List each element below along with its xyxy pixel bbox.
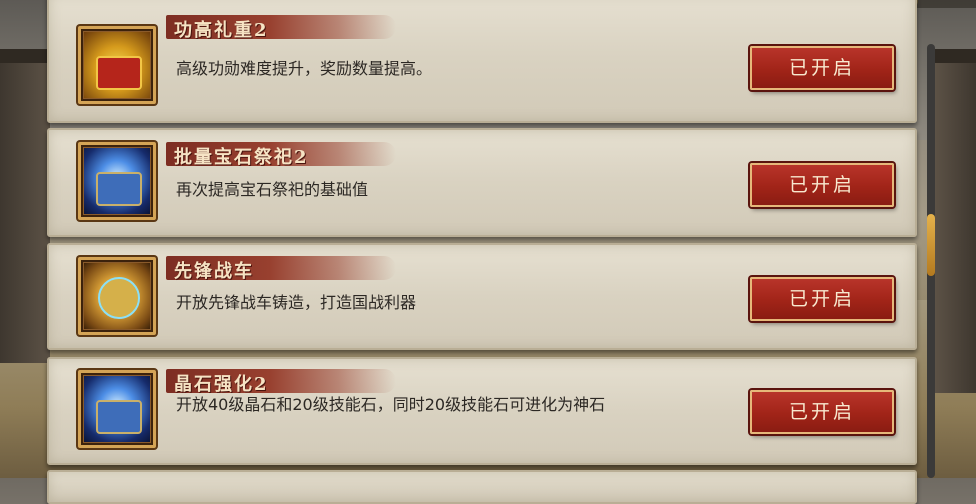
icon-graphic — [96, 400, 142, 434]
feature-description: 再次提高宝石祭祀的基础值 — [176, 180, 369, 199]
feature-icon-frame[interactable] — [78, 26, 156, 104]
feature-description: 高级功勋难度提升，奖励数量提高。 — [176, 59, 433, 78]
feature-icon-frame[interactable] — [78, 370, 156, 448]
feature-card: 功高礼重2 高级功勋难度提升，奖励数量提高。 已开启 — [47, 0, 917, 123]
status-button-enabled[interactable]: 已开启 — [750, 277, 894, 321]
feature-description: 开放先锋战车铸造，打造国战利器 — [176, 293, 417, 312]
title-ribbon: 晶石强化2 — [166, 369, 396, 395]
status-button-enabled[interactable]: 已开启 — [750, 46, 894, 90]
status-button-enabled[interactable]: 已开启 — [750, 163, 894, 207]
status-button-enabled[interactable]: 已开启 — [750, 390, 894, 434]
feature-title: 功高礼重2 — [174, 20, 269, 41]
feature-card: 晶石强化2 开放40级晶石和20级技能石，同时20级技能石可进化为神石 已开启 — [47, 357, 917, 465]
title-ribbon: 批量宝石祭祀2 — [166, 142, 396, 168]
feature-card-partial — [47, 470, 917, 504]
feature-description: 开放40级晶石和20级技能石，同时20级技能石可进化为神石 — [176, 395, 606, 414]
icon-graphic — [98, 277, 140, 319]
icon-graphic — [96, 56, 142, 90]
feature-card: 批量宝石祭祀2 再次提高宝石祭祀的基础值 已开启 — [47, 128, 917, 237]
scrollbar-thumb[interactable] — [927, 214, 935, 276]
gem-chest-icon — [84, 148, 150, 214]
treasure-chest-gold-icon — [84, 32, 150, 98]
gem-chest-icon — [84, 376, 150, 442]
feature-icon-frame[interactable] — [78, 142, 156, 220]
feature-card: 先锋战车 开放先锋战车铸造，打造国战利器 已开启 — [47, 243, 917, 350]
feature-title: 先锋战车 — [174, 261, 254, 282]
title-ribbon: 功高礼重2 — [166, 15, 396, 41]
feature-unlock-list: 功高礼重2 高级功勋难度提升，奖励数量提高。 已开启 批量宝石祭祀2 再次提高宝… — [0, 0, 976, 504]
list-scrollbar[interactable] — [927, 44, 935, 478]
feature-title: 批量宝石祭祀2 — [174, 147, 309, 168]
icon-graphic — [96, 172, 142, 206]
chariot-emblem-icon — [84, 263, 150, 329]
title-ribbon: 先锋战车 — [166, 256, 396, 282]
feature-icon-frame[interactable] — [78, 257, 156, 335]
